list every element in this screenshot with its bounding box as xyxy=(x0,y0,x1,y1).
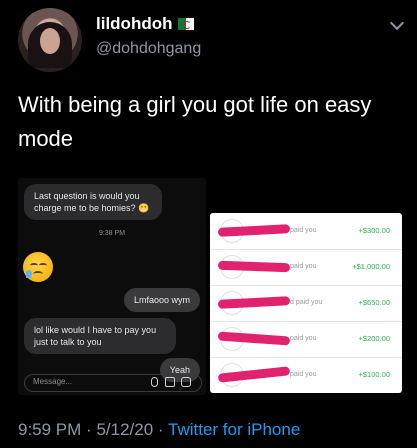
message-bubble: Lmfaooo wym xyxy=(123,288,200,312)
payment-amount: +$650.00 xyxy=(358,298,391,307)
tweet-meta: 9:59 PM · 5/12/20 · Twitter for iPhone xyxy=(18,420,300,440)
display-name[interactable]: lildohdoh xyxy=(96,14,195,34)
tweet-text: With being a girl you got life on easy m… xyxy=(18,92,372,151)
payment-row: paid you +$200.00 xyxy=(210,321,402,358)
message-placeholder: Message... xyxy=(33,377,73,386)
message-timestamp: 9:38 PM xyxy=(98,230,126,237)
handle[interactable]: @dohdohgang xyxy=(96,40,201,58)
payment-text: paid you xyxy=(290,227,317,234)
tweet-time: 9:59 PM xyxy=(18,420,82,439)
payment-row: paid you +$300.00 xyxy=(210,213,402,250)
payments-screenshot[interactable]: paid you +$300.00 paid you +$1,000.00 d … xyxy=(210,213,402,393)
display-name-text: lildohdoh xyxy=(96,14,173,33)
tweet-source-link[interactable]: Twitter for iPhone xyxy=(168,420,300,439)
tweet-date: 5/12/20 xyxy=(96,420,154,439)
payment-row: d paid you +$650.00 xyxy=(210,285,402,322)
payment-amount: +$100.00 xyxy=(358,370,391,379)
gallery-icon[interactable] xyxy=(165,377,175,387)
meta-separator: · xyxy=(86,420,92,439)
payment-text: d paid you xyxy=(290,299,323,306)
crying-emoji-icon xyxy=(23,252,53,282)
avatar[interactable] xyxy=(18,8,82,72)
microphone-icon[interactable] xyxy=(151,377,158,387)
meta-separator: · xyxy=(157,420,164,439)
message-input[interactable]: Message... xyxy=(24,374,202,392)
payment-row: paid you +$100.00 xyxy=(210,357,402,393)
chevron-down-icon[interactable] xyxy=(389,15,405,31)
payment-amount: +$1,000.00 xyxy=(352,262,390,271)
sticker-icon[interactable] xyxy=(181,377,191,387)
payment-row: paid you +$1,000.00 xyxy=(210,249,402,286)
algeria-flag-icon xyxy=(178,18,195,30)
payment-amount: +$200.00 xyxy=(358,334,391,343)
payment-text: paid you xyxy=(290,263,317,270)
payment-text: paid you xyxy=(290,371,317,378)
payment-text: paid you xyxy=(290,335,317,342)
payment-amount: +$300.00 xyxy=(358,226,391,235)
chat-screenshot[interactable]: Last question is would you charge me to … xyxy=(18,178,206,395)
message-bubble: Last question is would you charge me to … xyxy=(24,184,162,220)
message-bubble: lol like would I have to pay you just to… xyxy=(24,318,176,354)
